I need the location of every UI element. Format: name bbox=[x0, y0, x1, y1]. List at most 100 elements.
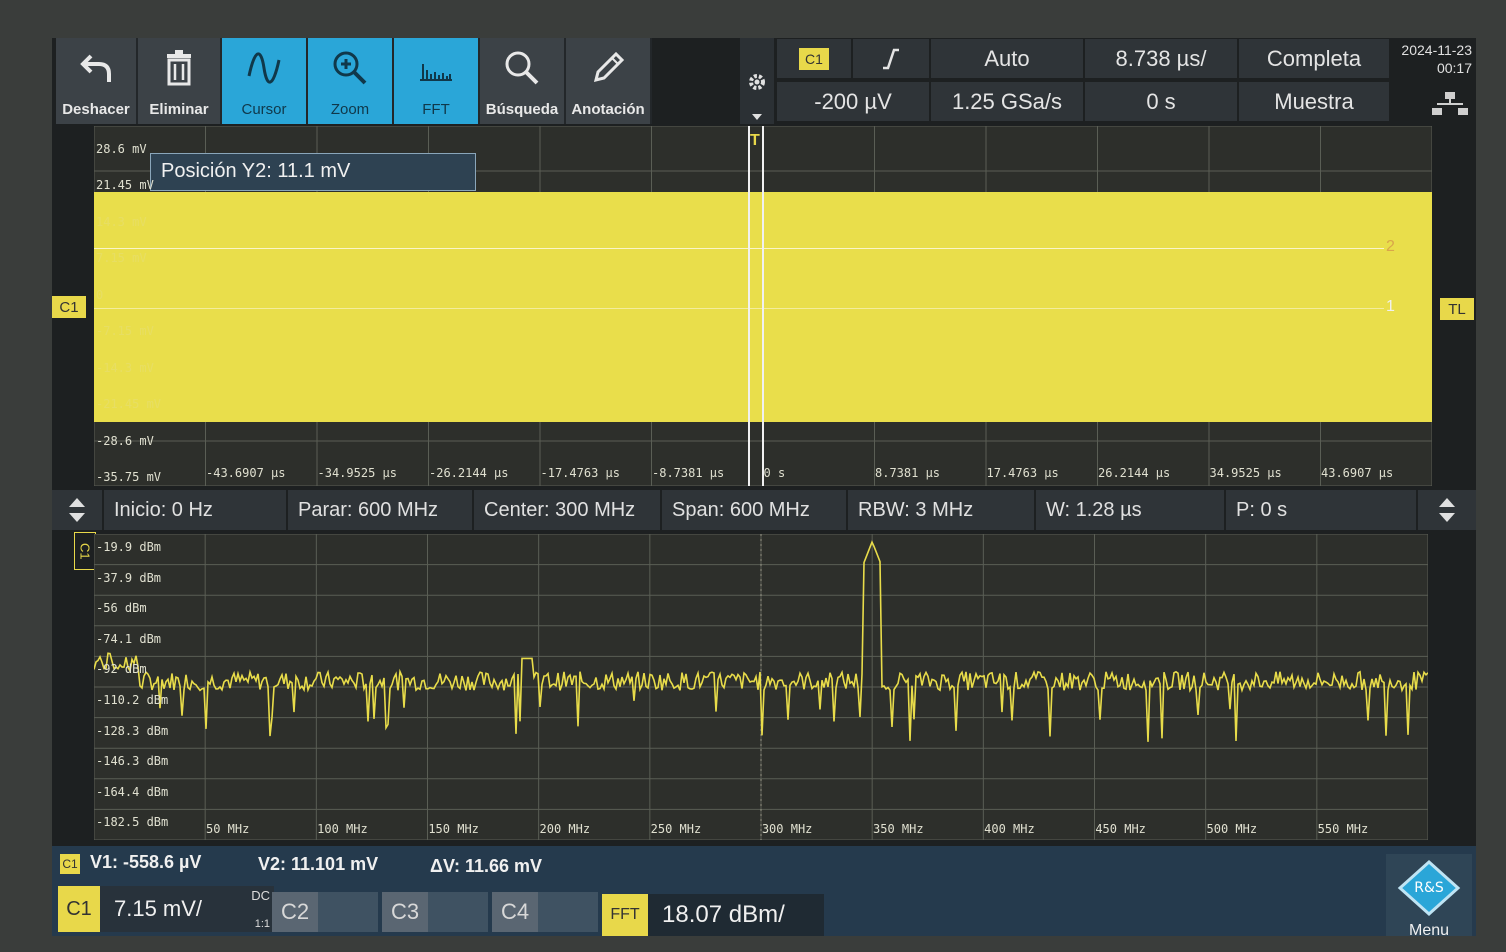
channel-1-coupling: DC bbox=[251, 888, 270, 903]
datetime-panel: 2024-11-23 00:17 bbox=[1392, 38, 1476, 124]
acquisition-mode[interactable]: Muestra bbox=[1238, 81, 1390, 122]
trash-icon bbox=[167, 50, 191, 86]
trigger-offset[interactable]: -200 µV bbox=[776, 81, 930, 122]
up-down-arrows-icon bbox=[69, 498, 85, 522]
cursor-delta-readout: ΔV: 11.66 mV bbox=[430, 856, 543, 876]
fft-button[interactable]: FFT bbox=[394, 38, 480, 124]
fft-x-label: 300 MHz bbox=[761, 822, 813, 836]
time-domain-plot[interactable]: 2 1 T Posición Y2: 11.1 mV 28.6 mV 21.45 … bbox=[94, 126, 1432, 486]
undo-button[interactable]: Deshacer bbox=[56, 38, 138, 124]
channel-2-box[interactable]: C2 bbox=[272, 892, 378, 932]
cursor-v1-readout: V1: -558.6 µV bbox=[90, 852, 202, 872]
cursor-1-label: 1 bbox=[1386, 298, 1395, 315]
time-y-label: -21.45 mV bbox=[96, 397, 162, 412]
fft-x-label: 250 MHz bbox=[650, 822, 702, 836]
time-y-label: -35.75 mV bbox=[96, 470, 162, 484]
fft-center[interactable]: Center: 300 MHz bbox=[474, 490, 662, 530]
time-y-label: -7.15 mV bbox=[96, 324, 154, 339]
fft-plot[interactable]: -19.9 dBm -37.9 dBm -56 dBm -74.1 dBm -92 dB… bbox=[94, 534, 1428, 840]
time-x-label: -43.6907 µs bbox=[206, 466, 286, 480]
trigger-mode[interactable]: Auto bbox=[930, 38, 1084, 79]
search-icon bbox=[505, 51, 539, 85]
channel-4-box[interactable]: C4 bbox=[492, 892, 598, 932]
trigger-position-marker[interactable] bbox=[748, 126, 764, 486]
scroll-up-down-button[interactable] bbox=[52, 490, 104, 530]
trigger-slope[interactable] bbox=[852, 38, 930, 79]
fft-y-label: -128.3 dBm bbox=[96, 723, 169, 738]
channel-3-tag: C3 bbox=[382, 892, 428, 932]
fft-span[interactable]: Span: 600 MHz bbox=[662, 490, 848, 530]
acquisition-state[interactable]: Completa bbox=[1238, 38, 1390, 79]
fft-position[interactable]: P: 0 s bbox=[1226, 490, 1418, 530]
time-x-label: -34.9525 µs bbox=[317, 466, 397, 480]
channel-3-box[interactable]: C3 bbox=[382, 892, 488, 932]
trigger-channel-badge: C1 bbox=[799, 47, 829, 70]
undo-label: Deshacer bbox=[62, 101, 130, 118]
zoom-button[interactable]: Zoom bbox=[308, 38, 394, 124]
fft-label: FFT bbox=[422, 101, 450, 118]
fft-math-box[interactable]: FFT 18.07 dBm/ bbox=[602, 894, 824, 936]
fft-x-label: 450 MHz bbox=[1095, 822, 1146, 836]
zoom-label: Zoom bbox=[330, 101, 370, 118]
menu-button[interactable]: R&S Menu bbox=[1386, 854, 1472, 939]
timebase[interactable]: 8.738 µs/ bbox=[1084, 38, 1238, 79]
fft-math-scale: 18.07 dBm/ bbox=[662, 901, 785, 928]
fft-x-label: 350 MHz bbox=[873, 822, 924, 836]
cursor-button[interactable]: Cursor bbox=[222, 38, 308, 124]
time-x-label: -17.4763 µs bbox=[540, 466, 620, 480]
fft-stop[interactable]: Parar: 600 MHz bbox=[288, 490, 474, 530]
scroll-right-button[interactable] bbox=[1418, 490, 1476, 530]
channel-1-scale: 7.15 mV/ bbox=[114, 896, 203, 921]
sine-wave-icon bbox=[247, 52, 281, 84]
channel-1-probe: 1:1 bbox=[254, 918, 270, 930]
horizontal-position[interactable]: 0 s bbox=[1084, 81, 1238, 122]
annotation-label: Anotación bbox=[571, 101, 645, 118]
fft-y-label: -19.9 dBm bbox=[96, 540, 162, 554]
zoom-icon bbox=[333, 51, 367, 85]
settings-tab[interactable] bbox=[740, 38, 774, 124]
fft-x-label: 500 MHz bbox=[1206, 822, 1258, 836]
date: 2024-11-23 bbox=[1401, 42, 1472, 58]
cursor-line-1[interactable] bbox=[94, 308, 1384, 309]
delete-button[interactable]: Eliminar bbox=[138, 38, 222, 124]
sample-rate[interactable]: 1.25 GSa/s bbox=[930, 81, 1084, 122]
rohde-schwarz-logo-icon: R&S bbox=[1397, 859, 1461, 917]
network-icon[interactable] bbox=[1432, 92, 1468, 116]
time-x-label: 34.9525 µs bbox=[1209, 466, 1282, 480]
cursor-label: Cursor bbox=[241, 101, 287, 118]
fft-y-label: -92 dBm bbox=[96, 662, 147, 677]
search-button[interactable]: Búsqueda bbox=[480, 38, 566, 124]
fft-x-label: 50 MHz bbox=[206, 822, 250, 836]
time-y-label: 0 bbox=[96, 287, 104, 302]
annotation-button[interactable]: Anotación bbox=[566, 38, 652, 124]
pencil-icon bbox=[593, 51, 625, 83]
trigger-level-marker[interactable]: TL bbox=[1440, 298, 1474, 320]
fft-window[interactable]: W: 1.28 µs bbox=[1036, 490, 1226, 530]
fft-x-label: 400 MHz bbox=[984, 822, 1035, 836]
channel-4-tag: C4 bbox=[492, 892, 538, 932]
menu-label: Menu bbox=[1408, 922, 1450, 939]
channel-offset-marker[interactable]: C1 bbox=[52, 296, 86, 318]
readout-channel-tag: C1 bbox=[60, 854, 80, 874]
time-y-label: 21.45 mV bbox=[96, 178, 154, 193]
time-y-label: 14.3 mV bbox=[96, 214, 147, 229]
trigger-source[interactable]: C1 bbox=[776, 38, 852, 79]
fft-y-label: -37.9 dBm bbox=[96, 570, 162, 585]
fft-y-label: -74.1 dBm bbox=[96, 631, 162, 646]
oscilloscope-screen: Deshacer Eliminar Cursor Zoom FFT Búsque… bbox=[52, 38, 1476, 939]
time-y-label: 7.15 mV bbox=[96, 251, 147, 266]
channel-2-tag: C2 bbox=[272, 892, 318, 932]
fft-x-label: 150 MHz bbox=[428, 822, 479, 836]
fft-y-label: -182.5 dBm bbox=[96, 815, 169, 830]
cursor-line-2[interactable] bbox=[94, 248, 1384, 249]
bottom-bar: C1 V1: -558.6 µV V2: 11.101 mV ΔV: 11.66… bbox=[52, 846, 1476, 939]
time-x-label: 43.6907 µs bbox=[1321, 466, 1394, 480]
rising-edge-icon bbox=[883, 48, 899, 69]
channel-1-box[interactable]: C1 7.15 mV/ DC 1:1 bbox=[58, 886, 274, 932]
time-x-label: -8.7381 µs bbox=[652, 466, 725, 480]
fft-start[interactable]: Inicio: 0 Hz bbox=[104, 490, 288, 530]
fft-rbw[interactable]: RBW: 3 MHz bbox=[848, 490, 1036, 530]
time-y-label: 28.6 mV bbox=[96, 142, 147, 156]
cursor-v2-readout: V2: 11.101 mV bbox=[258, 854, 379, 874]
delete-label: Eliminar bbox=[149, 101, 209, 118]
